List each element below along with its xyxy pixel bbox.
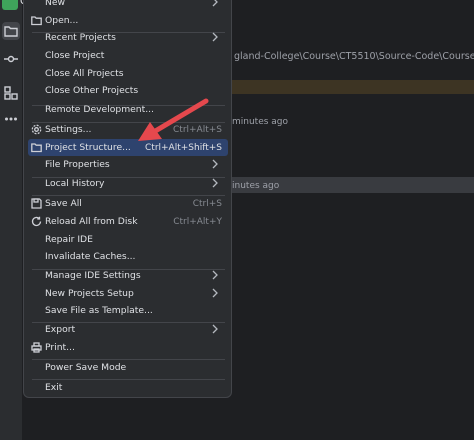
menu-item-label: Invalidate Caches... [45, 251, 136, 262]
menu-item-new-projects-setup[interactable]: New Projects Setup [28, 285, 228, 302]
chevron-right-icon [210, 159, 220, 169]
menu-item-save-file-as-template[interactable]: Save File as Template... [28, 302, 228, 319]
tool-window-strip [0, 0, 22, 440]
more-tools-icon[interactable] [2, 110, 20, 128]
menu-item-power-save-mode[interactable]: Power Save Mode [28, 359, 228, 376]
commit-tool-icon[interactable] [2, 50, 20, 68]
structure-tool-icon[interactable] [2, 84, 20, 102]
menu-item-new[interactable]: New [28, 0, 228, 11]
menu-item-exit[interactable]: Exit [28, 379, 228, 396]
reload-icon [31, 216, 42, 227]
menu-item-export[interactable]: Export [28, 321, 228, 338]
background-project-path: gland-College\Course\CT5510\Source-Code\… [234, 51, 474, 62]
menu-item-label: Power Save Mode [45, 362, 127, 373]
menu-item-shortcut: Ctrl+Alt+Shift+S [145, 142, 222, 153]
menu-item-label: File Properties [45, 159, 110, 170]
menu-item-label: New Projects Setup [45, 288, 134, 299]
gear-icon [31, 124, 42, 135]
menu-item-local-history[interactable]: Local History [28, 175, 228, 192]
menu-item-label: Reload All from Disk [45, 216, 138, 227]
project-tool-folder-icon[interactable] [2, 22, 20, 40]
menu-item-label: New [45, 0, 66, 8]
menu-item-label: Close Project [45, 50, 105, 61]
print-icon [31, 342, 42, 353]
menu-item-shortcut: Ctrl+S [192, 198, 222, 209]
menu-item-repair-ide[interactable]: Repair IDE [28, 231, 228, 248]
menu-item-label: Close All Projects [45, 68, 124, 79]
menu-item-label: Open... [45, 15, 79, 26]
background-warning-bar [232, 80, 474, 94]
menu-item-recent-projects[interactable]: Recent Projects [28, 29, 228, 46]
menu-item-project-structure[interactable]: Project Structure... Ctrl+Alt+Shift+S [28, 139, 228, 156]
menu-item-save-all[interactable]: Save All Ctrl+S [28, 195, 228, 212]
file-menu-popup: New Open... Recent Projects Close Projec… [23, 0, 232, 398]
chevron-right-icon [210, 270, 220, 280]
menu-item-settings[interactable]: Settings... Ctrl+Alt+S [28, 121, 228, 138]
menu-item-close-project[interactable]: Close Project [28, 47, 228, 64]
menu-item-label: Manage IDE Settings [45, 270, 141, 281]
chevron-right-icon [210, 32, 220, 42]
menu-item-close-other-projects[interactable]: Close Other Projects [28, 82, 228, 99]
menu-item-file-properties[interactable]: File Properties [28, 156, 228, 173]
menu-item-label: Export [45, 324, 76, 335]
folder-icon [31, 15, 42, 26]
chevron-right-icon [210, 178, 220, 188]
menu-item-remote-development[interactable]: Remote Development... [28, 101, 228, 118]
menu-item-open[interactable]: Open... [28, 12, 228, 29]
menu-item-label: Print... [45, 342, 75, 353]
menu-item-label: Exit [45, 382, 63, 393]
menu-item-shortcut: Ctrl+Alt+Y [173, 216, 222, 227]
background-timestamp: minutes ago [232, 117, 289, 127]
menu-item-shortcut: Ctrl+Alt+S [173, 124, 222, 135]
menu-item-label: Settings... [45, 124, 92, 135]
menu-item-label: Save File as Template... [45, 305, 153, 316]
menu-item-reload-all-from-disk[interactable]: Reload All from Disk Ctrl+Alt+Y [28, 213, 228, 230]
chevron-right-icon [210, 0, 220, 7]
chevron-right-icon [210, 288, 220, 298]
menu-item-print[interactable]: Print... [28, 339, 228, 356]
app-logo-icon [2, 0, 18, 10]
folder-icon [31, 142, 42, 153]
menu-item-label: Repair IDE [45, 234, 93, 245]
menu-item-close-all-projects[interactable]: Close All Projects [28, 65, 228, 82]
menu-item-label: Close Other Projects [45, 85, 139, 96]
background-timestamp: inutes ago [232, 181, 280, 191]
menu-item-label: Save All [45, 198, 82, 209]
menu-item-invalidate-caches[interactable]: Invalidate Caches... [28, 248, 228, 265]
menu-item-manage-ide-settings[interactable]: Manage IDE Settings [28, 267, 228, 284]
menu-item-label: Local History [45, 178, 105, 189]
chevron-right-icon [210, 324, 220, 334]
save-icon [31, 198, 42, 209]
menu-item-label: Project Structure... [45, 142, 131, 153]
menu-item-label: Recent Projects [45, 32, 116, 43]
menu-item-label: Remote Development... [45, 104, 154, 115]
